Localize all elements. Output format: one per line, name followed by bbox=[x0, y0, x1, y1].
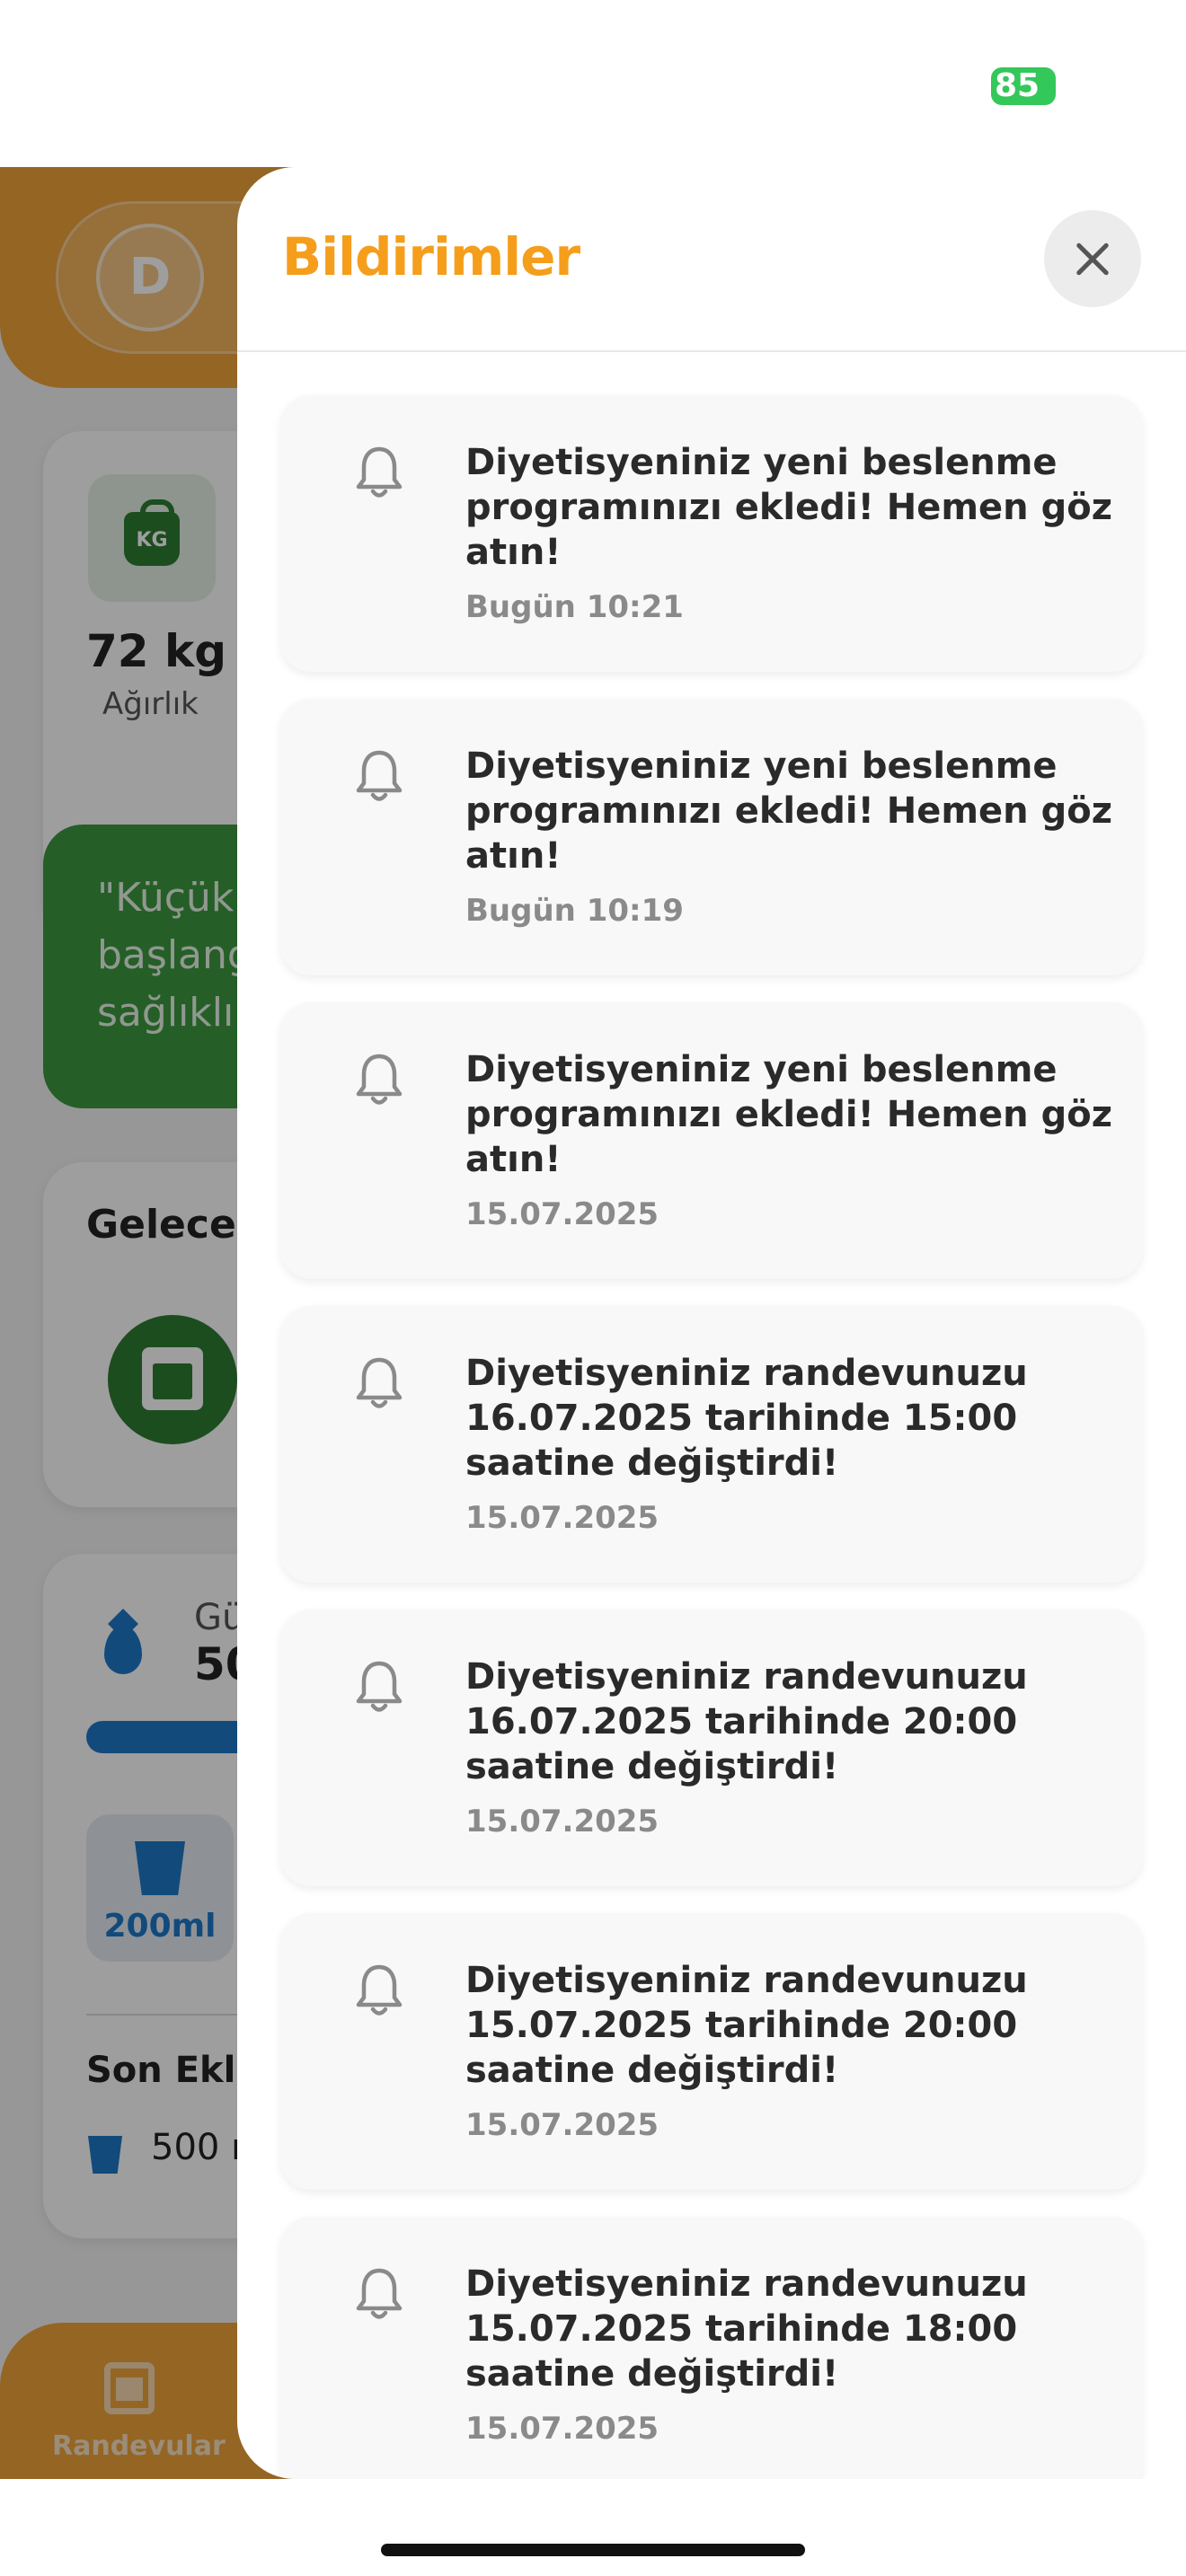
notification-time: 15.07.2025 bbox=[465, 2411, 659, 2447]
screen: 85 D KG 72 kg Ağırlık "Küçük başlang sağ… bbox=[0, 0, 1186, 2576]
notification-time: 15.07.2025 bbox=[465, 1196, 659, 1232]
notification-list: Diyetisyeniniz yeni beslenme programınız… bbox=[280, 395, 1143, 2479]
home-indicator[interactable] bbox=[381, 2544, 805, 2556]
notification-item[interactable]: Diyetisyeniniz yeni beslenme programınız… bbox=[280, 699, 1143, 975]
sheet-divider bbox=[237, 350, 1186, 352]
close-button[interactable] bbox=[1044, 210, 1141, 307]
notification-time: 15.07.2025 bbox=[465, 2107, 659, 2143]
notification-message: Diyetisyeniniz yeni beslenme programınız… bbox=[465, 442, 1112, 573]
notification-time: Bugün 10:21 bbox=[465, 589, 684, 625]
notification-item[interactable]: Diyetisyeniniz randevunuzu 15.07.2025 ta… bbox=[280, 1913, 1143, 2190]
bell-icon bbox=[356, 750, 403, 801]
bell-icon bbox=[356, 1054, 403, 1105]
notification-item[interactable]: Diyetisyeniniz randevunuzu 15.07.2025 ta… bbox=[280, 2217, 1143, 2479]
notification-item[interactable]: Diyetisyeniniz randevunuzu 16.07.2025 ta… bbox=[280, 1306, 1143, 1583]
home-indicator-area bbox=[0, 2479, 1186, 2576]
notification-message: Diyetisyeniniz randevunuzu 16.07.2025 ta… bbox=[465, 1656, 1028, 1787]
notification-time: 15.07.2025 bbox=[465, 1804, 659, 1839]
bell-icon bbox=[356, 446, 403, 498]
notifications-sheet: Bildirimler Diyetisyeniniz yeni beslenme… bbox=[237, 167, 1186, 2479]
sheet-title: Bildirimler bbox=[282, 226, 580, 287]
notification-message: Diyetisyeniniz randevunuzu 15.07.2025 ta… bbox=[465, 2263, 1028, 2395]
bell-icon bbox=[356, 1964, 403, 2016]
notification-message: Diyetisyeniniz yeni beslenme programınız… bbox=[465, 745, 1112, 877]
notification-message: Diyetisyeniniz randevunuzu 16.07.2025 ta… bbox=[465, 1353, 1028, 1484]
bell-icon bbox=[356, 2268, 403, 2319]
notification-item[interactable]: Diyetisyeniniz yeni beslenme programınız… bbox=[280, 1002, 1143, 1279]
notification-item[interactable]: Diyetisyeniniz randevunuzu 16.07.2025 ta… bbox=[280, 1610, 1143, 1886]
notification-message: Diyetisyeniniz randevunuzu 15.07.2025 ta… bbox=[465, 1960, 1028, 2091]
notification-message: Diyetisyeniniz yeni beslenme programınız… bbox=[465, 1049, 1112, 1180]
notification-item[interactable]: Diyetisyeniniz yeni beslenme programınız… bbox=[280, 395, 1143, 672]
status-bar: 85 bbox=[0, 0, 1186, 167]
battery-indicator: 85 bbox=[991, 67, 1056, 105]
notification-time: Bugün 10:19 bbox=[465, 893, 684, 929]
notification-time: 15.07.2025 bbox=[465, 1500, 659, 1536]
bell-icon bbox=[356, 1357, 403, 1408]
bell-icon bbox=[356, 1661, 403, 1712]
